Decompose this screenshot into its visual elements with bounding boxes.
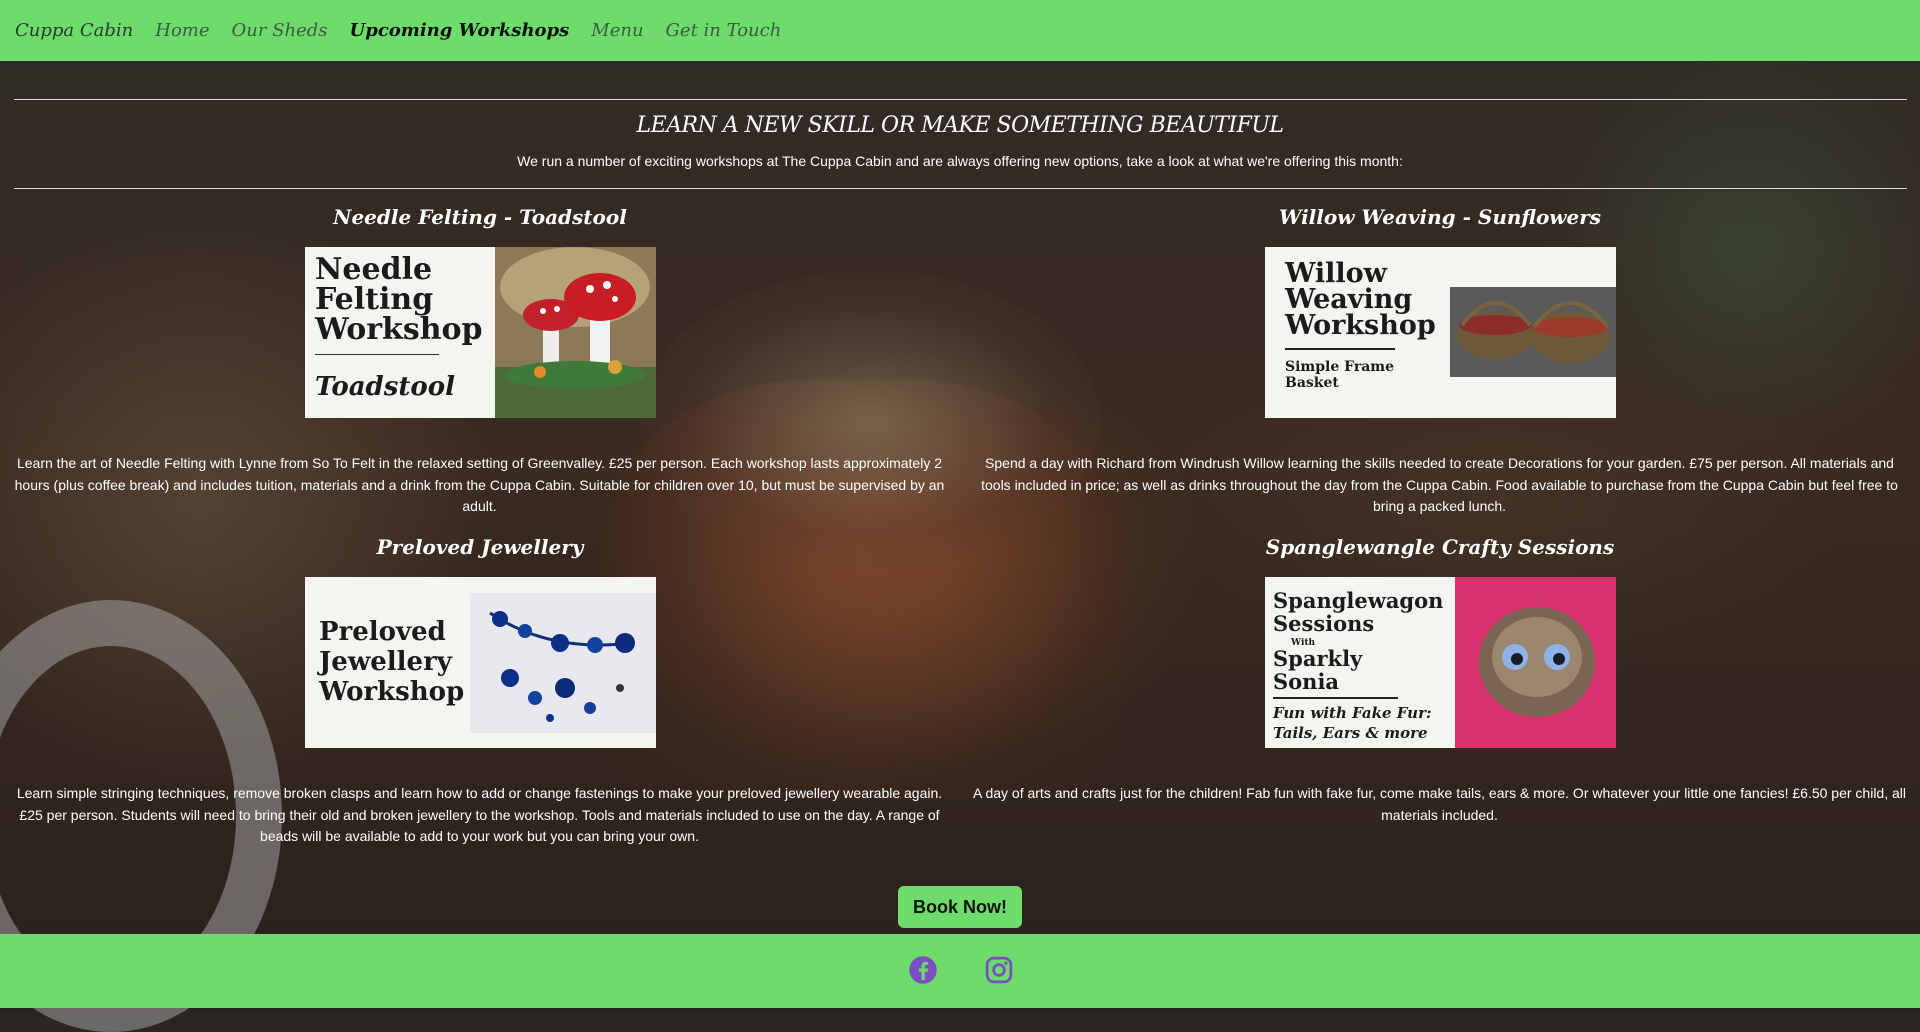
card-line: Jewellery	[319, 647, 452, 677]
workshop-image-preloved-jewellery: Preloved Jewellery Workshop	[305, 577, 656, 748]
nav-home[interactable]: Home	[155, 20, 209, 41]
card-subtitle: Fun with Fake Fur:	[1273, 704, 1432, 722]
toadstool-photo	[495, 247, 656, 418]
workshop-image-spanglewangle: Spanglewagon Sessions With Sparkly Sonia…	[1265, 577, 1616, 748]
card-line: Workshop	[319, 677, 465, 707]
card-line: Workshop	[1285, 310, 1436, 341]
workshop-description-needle-felting: Learn the art of Needle Felting with Lyn…	[14, 455, 945, 514]
card-line: Felting	[315, 282, 434, 317]
workshop-title-needle-felting: Needle Felting - Toadstool	[333, 205, 627, 229]
nav-our-sheds[interactable]: Our Sheds	[232, 20, 328, 41]
brand-link[interactable]: Cuppa Cabin	[15, 20, 133, 41]
intro-text: We run a number of exciting workshops at…	[517, 153, 1403, 169]
card-line: Sessions	[1273, 611, 1375, 636]
facebook-icon[interactable]	[908, 955, 938, 985]
workshop-description-spanglewangle: A day of arts and crafts just for the ch…	[973, 785, 1906, 823]
book-now-button[interactable]: Book Now!	[898, 886, 1022, 928]
footer	[0, 934, 1920, 1008]
card-line: Sonia	[1273, 669, 1340, 694]
workshop-description-willow-weaving: Spend a day with Richard from Windrush W…	[981, 455, 1898, 514]
background-succulent	[640, 270, 1100, 570]
card-subtitle: Basket	[1285, 375, 1339, 391]
card-subtitle: Toadstool	[315, 372, 455, 402]
card-rule	[315, 354, 439, 355]
card-subtitle: Tails, Ears & more	[1273, 724, 1428, 742]
card-rule	[1273, 697, 1398, 699]
card-line: Needle	[315, 252, 433, 287]
divider-top	[14, 99, 1907, 100]
nav-menu[interactable]: Menu	[591, 20, 643, 41]
card-line: Sparkly	[1273, 646, 1363, 671]
card-line: Preloved	[319, 617, 446, 647]
divider-bottom	[14, 188, 1907, 189]
workshop-title-spanglewangle: Spanglewangle Crafty Sessions	[1265, 535, 1615, 559]
instagram-icon[interactable]	[984, 955, 1014, 985]
page-headline: LEARN A NEW SKILL OR MAKE SOMETHING BEAU…	[636, 113, 1284, 138]
workshop-image-willow-weaving: Willow Weaving Workshop Simple Frame Bas…	[1265, 247, 1616, 418]
nav-upcoming-workshops[interactable]: Upcoming Workshops	[350, 20, 570, 41]
workshop-image-needle-felting: Needle Felting Workshop Toadstool	[305, 247, 656, 418]
workshop-title-preloved-jewellery: Preloved Jewellery	[376, 535, 584, 559]
card-line: Spanglewagon	[1273, 588, 1444, 613]
workshop-title-willow-weaving: Willow Weaving - Sunflowers	[1278, 205, 1602, 229]
fake-fur-photo	[1455, 577, 1616, 748]
navbar: Cuppa Cabin Home Our Sheds Upcoming Work…	[0, 0, 1920, 61]
card-rule	[1285, 348, 1395, 350]
card-subtitle: Simple Frame	[1285, 359, 1394, 375]
beads-photo	[470, 593, 656, 733]
baskets-photo	[1450, 287, 1616, 377]
workshop-description-preloved-jewellery: Learn simple stringing techniques, remov…	[16, 785, 943, 844]
nav-get-in-touch[interactable]: Get in Touch	[666, 20, 782, 41]
card-line: Workshop	[315, 312, 483, 347]
